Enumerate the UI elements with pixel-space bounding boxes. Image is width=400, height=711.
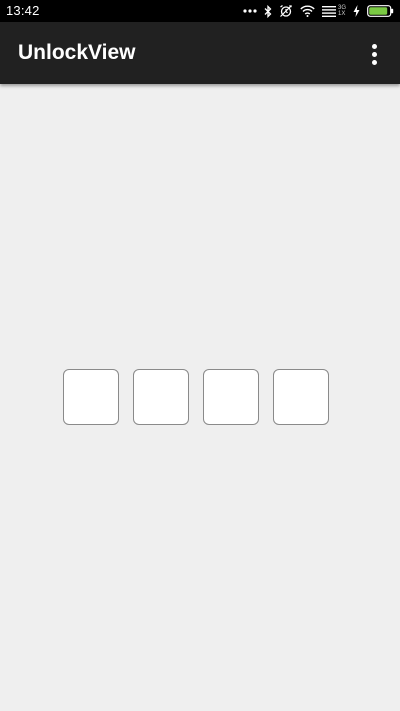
status-icons: 3G 1X bbox=[243, 2, 394, 20]
more-vert-icon[interactable] bbox=[362, 42, 386, 66]
code-input-4[interactable] bbox=[273, 369, 329, 425]
sim-label: 3G 1X bbox=[338, 5, 346, 17]
app-title: UnlockView bbox=[18, 41, 136, 64]
sim-label-bottom: 1X bbox=[337, 11, 346, 17]
unlock-code-boxes bbox=[63, 369, 329, 425]
code-input-3[interactable] bbox=[203, 369, 259, 425]
code-input-2[interactable] bbox=[133, 369, 189, 425]
status-time: 13:42 bbox=[6, 3, 40, 18]
more-dots-icon bbox=[243, 9, 257, 13]
bluetooth-icon bbox=[264, 4, 272, 18]
status-bar: 13:42 3G 1X bbox=[0, 0, 400, 22]
signal-icon bbox=[321, 5, 336, 17]
app-bar: UnlockView bbox=[0, 22, 400, 84]
code-input-1[interactable] bbox=[63, 369, 119, 425]
charging-icon bbox=[353, 5, 360, 17]
battery-icon bbox=[367, 5, 394, 17]
wifi-icon bbox=[300, 5, 315, 17]
alarm-off-icon bbox=[279, 4, 293, 18]
